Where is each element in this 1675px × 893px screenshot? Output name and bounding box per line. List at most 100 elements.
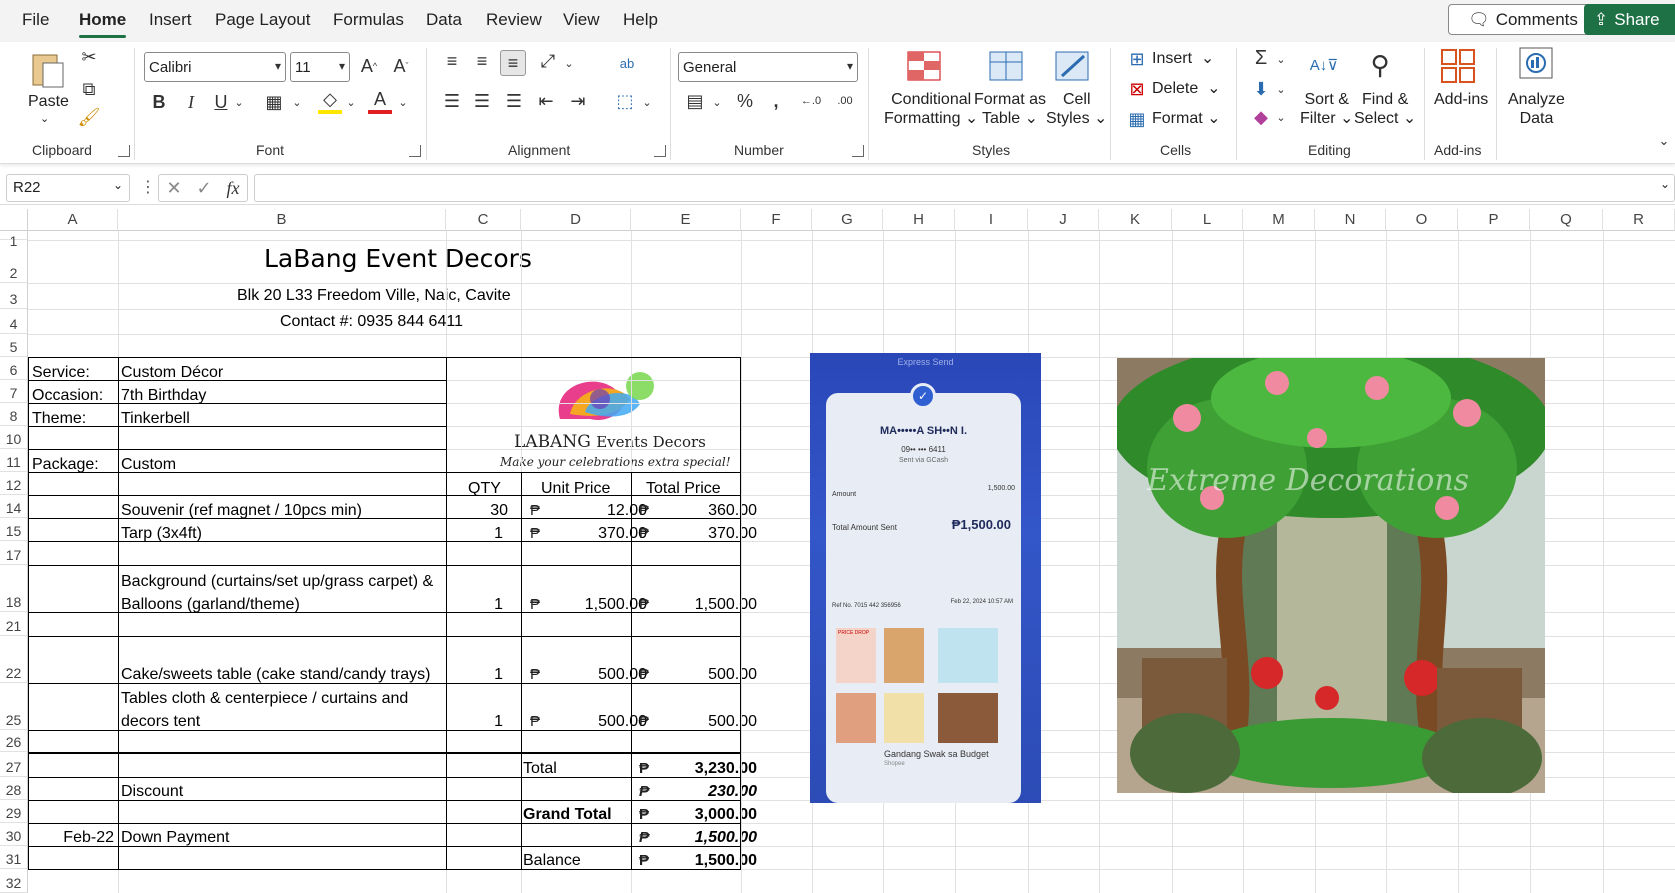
number-format-select[interactable]: General ▾ — [678, 52, 858, 82]
row-header-12[interactable]: 12 — [0, 472, 28, 495]
sort-filter-button[interactable]: Sort & Filter ⌄ — [1300, 90, 1353, 128]
row-header-10[interactable]: 10 — [0, 426, 28, 449]
copy-icon[interactable]: ⧉ — [76, 78, 102, 100]
align-right-icon[interactable]: ☰ — [502, 90, 526, 112]
insert-cells-icon[interactable]: ⊞ — [1126, 48, 1148, 70]
row-header-25[interactable]: 25 — [0, 683, 28, 730]
row-header-18[interactable]: 18 — [0, 565, 28, 612]
decrease-decimal-icon[interactable]: .00 — [832, 90, 858, 112]
chevron-down-icon[interactable]: ⌄ — [710, 92, 724, 112]
column-header-q[interactable]: Q — [1530, 209, 1603, 231]
increase-indent-icon[interactable]: ⇥ — [566, 90, 590, 112]
chevron-down-icon[interactable]: ⌄ — [1274, 80, 1288, 98]
cell-styles-button[interactable]: Cell Styles ⌄ — [1046, 90, 1107, 128]
row-header-4[interactable]: 4 — [0, 309, 28, 334]
fill-icon[interactable]: ⬇ — [1250, 78, 1272, 100]
conditional-formatting-icon[interactable] — [906, 50, 942, 82]
chevron-down-icon[interactable]: ⌄ — [396, 92, 410, 112]
format-as-table-icon[interactable] — [988, 50, 1024, 82]
delete-cells-icon[interactable]: ⊠ — [1126, 78, 1148, 100]
column-header-j[interactable]: J — [1028, 209, 1099, 231]
row-header-1[interactable]: 1 — [0, 231, 28, 249]
wrap-text-icon[interactable]: ab — [614, 50, 640, 76]
decrease-indent-icon[interactable]: ⇤ — [534, 90, 558, 112]
align-center-icon[interactable]: ☰ — [470, 90, 494, 112]
row-header-2[interactable]: 2 — [0, 240, 28, 283]
chevron-down-icon[interactable]: ⌄ — [344, 92, 358, 112]
row-header-26[interactable]: 26 — [0, 730, 28, 752]
format-cells-icon[interactable]: ▦ — [1126, 108, 1148, 130]
select-all-corner[interactable] — [0, 209, 28, 231]
insert-function-icon[interactable]: fx — [227, 178, 240, 199]
percent-icon[interactable]: % — [732, 90, 758, 112]
add-ins-icon[interactable] — [1440, 48, 1476, 84]
chevron-down-icon[interactable]: ⌄ — [562, 54, 576, 72]
menu-file[interactable]: File — [22, 10, 49, 30]
collapse-ribbon-icon[interactable]: ⌄ — [1656, 132, 1672, 150]
find-select-icon[interactable]: ⚲ — [1362, 48, 1398, 82]
cancel-icon[interactable]: ✕ — [166, 178, 181, 199]
align-left-icon[interactable]: ☰ — [440, 90, 464, 112]
increase-decimal-icon[interactable]: ←.0 — [798, 90, 824, 112]
column-header-d[interactable]: D — [521, 209, 631, 231]
share-button[interactable]: ⇪ Share — [1584, 4, 1675, 35]
add-ins-button[interactable]: Add-ins — [1434, 90, 1488, 109]
analyze-data-icon[interactable] — [1516, 46, 1556, 84]
borders-icon[interactable]: ▦ — [262, 90, 286, 114]
orientation-icon[interactable]: ⤢ — [536, 50, 560, 72]
enter-icon[interactable]: ✓ — [197, 178, 212, 199]
italic-icon[interactable]: I — [180, 90, 202, 114]
bold-icon[interactable]: B — [148, 90, 170, 114]
increase-font-icon[interactable]: A ^ — [358, 54, 380, 78]
conditional-formatting-button[interactable]: Conditional Formatting ⌄ — [884, 90, 978, 128]
font-size-select[interactable]: 11 ▾ — [290, 52, 350, 82]
accounting-format-icon[interactable]: ▤ — [682, 90, 708, 112]
align-middle-icon[interactable]: ≡ — [470, 50, 494, 72]
column-header-n[interactable]: N — [1315, 209, 1386, 231]
row-header-30[interactable]: 30 — [0, 823, 28, 846]
font-launcher-icon[interactable] — [409, 145, 421, 157]
column-header-i[interactable]: I — [955, 209, 1028, 231]
merge-center-icon[interactable]: ⬚ — [612, 90, 638, 112]
cut-icon[interactable]: ✂ — [78, 46, 100, 68]
row-header-15[interactable]: 15 — [0, 518, 28, 541]
number-launcher-icon[interactable] — [852, 145, 864, 157]
column-header-r[interactable]: R — [1603, 209, 1675, 231]
align-bottom-icon[interactable]: ≡ — [500, 50, 526, 76]
column-header-l[interactable]: L — [1172, 209, 1243, 231]
row-header-17[interactable]: 17 — [0, 541, 28, 565]
column-header-g[interactable]: G — [812, 209, 883, 231]
row-header-29[interactable]: 29 — [0, 800, 28, 823]
more-options-icon[interactable]: ⋮ — [140, 177, 156, 197]
column-header-p[interactable]: P — [1458, 209, 1530, 231]
delete-cells-button[interactable]: Delete ⌄ — [1152, 79, 1221, 98]
menu-page-layout[interactable]: Page Layout — [215, 10, 310, 30]
column-header-m[interactable]: M — [1243, 209, 1315, 231]
alignment-launcher-icon[interactable] — [654, 145, 666, 157]
menu-formulas[interactable]: Formulas — [333, 10, 404, 30]
comma-style-icon[interactable]: , — [766, 90, 786, 112]
fill-color-icon[interactable]: ◇ — [318, 88, 342, 114]
underline-icon[interactable]: U — [210, 90, 232, 114]
row-header-21[interactable]: 21 — [0, 612, 28, 636]
row-header-14[interactable]: 14 — [0, 495, 28, 518]
paste-icon[interactable] — [28, 48, 66, 90]
format-as-table-button[interactable]: Format as Table ⌄ — [974, 90, 1046, 128]
row-header-8[interactable]: 8 — [0, 403, 28, 426]
tinkerbell-decor-photo[interactable]: Extreme Decorations — [1117, 358, 1545, 793]
menu-data[interactable]: Data — [426, 10, 462, 30]
clear-icon[interactable]: ◆ — [1250, 106, 1272, 128]
chevron-down-icon[interactable]: ⌄ — [1274, 50, 1288, 68]
cell-styles-icon[interactable] — [1054, 50, 1090, 82]
row-header-7[interactable]: 7 — [0, 380, 28, 403]
comments-button[interactable]: 🗨 Comments — [1448, 4, 1598, 35]
find-select-button[interactable]: Find & Select ⌄ — [1354, 90, 1416, 128]
menu-view[interactable]: View — [563, 10, 600, 30]
autosum-icon[interactable]: Σ — [1250, 46, 1272, 70]
column-header-h[interactable]: H — [883, 209, 955, 231]
column-header-e[interactable]: E — [631, 209, 741, 231]
insert-cells-button[interactable]: Insert ⌄ — [1152, 49, 1214, 68]
row-header-11[interactable]: 11 — [0, 449, 28, 472]
paste-button[interactable]: Paste — [28, 92, 69, 111]
chevron-down-icon[interactable]: ⌄ — [232, 92, 246, 112]
